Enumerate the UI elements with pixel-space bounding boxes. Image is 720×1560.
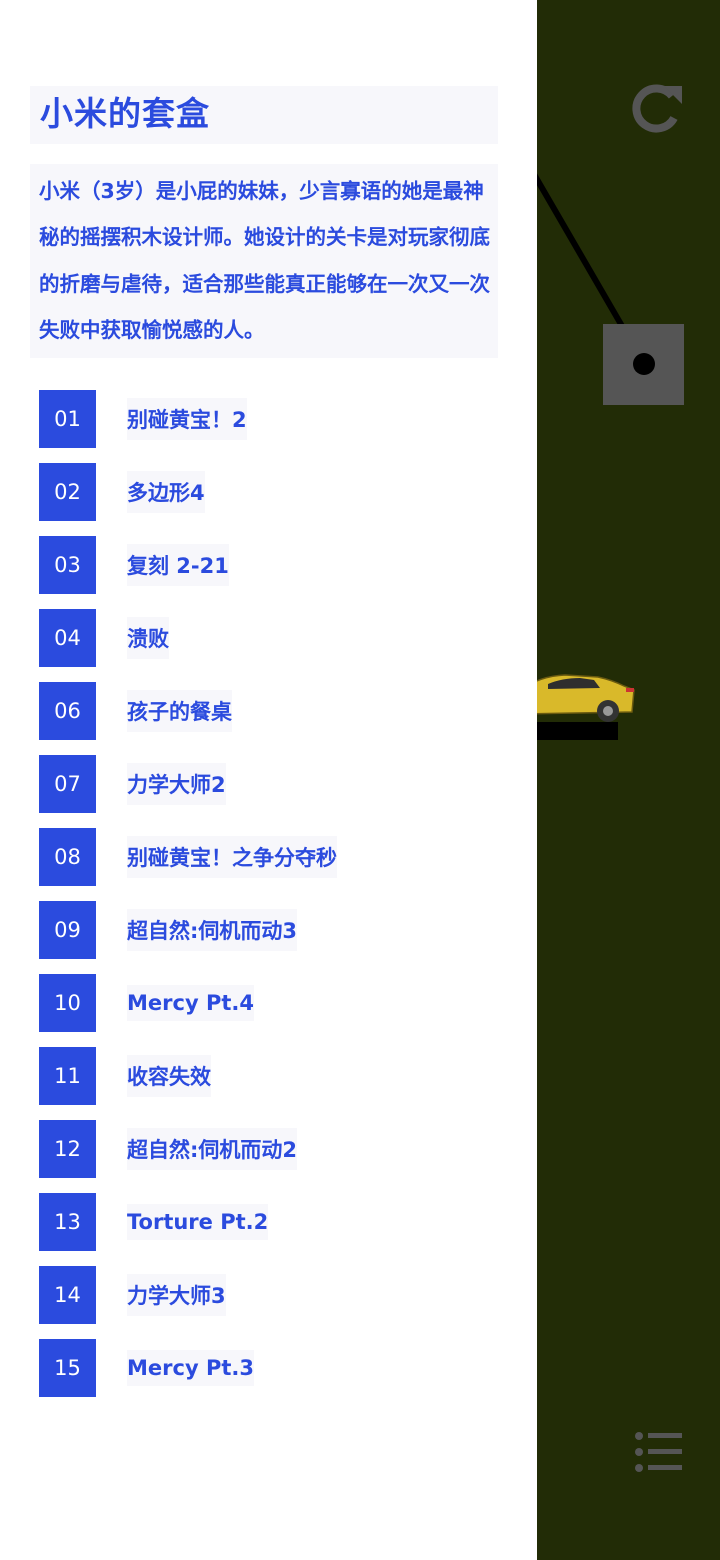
car-sprite [519, 674, 635, 722]
title-panel: 小米的套盒 [30, 86, 498, 144]
level-number: 08 [39, 828, 96, 886]
level-item-12[interactable]: 12 超自然:伺机而动2 [39, 1120, 509, 1178]
level-number: 01 [39, 390, 96, 448]
level-item-04[interactable]: 04 溃败 [39, 609, 509, 667]
level-list-button[interactable] [628, 1424, 688, 1480]
level-number: 12 [39, 1120, 96, 1178]
level-name: 溃败 [127, 617, 169, 659]
level-number: 15 [39, 1339, 96, 1397]
level-number: 09 [39, 901, 96, 959]
box-title: 小米的套盒 [40, 94, 210, 133]
level-name: 孩子的餐桌 [127, 690, 232, 732]
level-item-06[interactable]: 06 孩子的餐桌 [39, 682, 509, 740]
pendulum-pivot [633, 353, 655, 375]
level-number: 11 [39, 1047, 96, 1105]
level-item-07[interactable]: 07 力学大师2 [39, 755, 509, 813]
level-name: 多边形4 [127, 471, 205, 513]
level-number: 13 [39, 1193, 96, 1251]
level-list-icon [635, 1432, 682, 1472]
level-name: 收容失效 [127, 1055, 211, 1097]
level-box-drawer: 小米的套盒 小米（3岁）是小屁的妹妹，少言寡语的她是最神秘的摇摆积木设计师。她设… [0, 0, 537, 1560]
level-name: 力学大师2 [127, 763, 226, 805]
level-number: 02 [39, 463, 96, 521]
level-number: 14 [39, 1266, 96, 1324]
level-item-02[interactable]: 02 多边形4 [39, 463, 509, 521]
level-list: 01 别碰黄宝！2 02 多边形4 03 复刻 2-21 04 溃败 06 孩子的餐桌 0… [39, 390, 509, 1412]
level-number: 10 [39, 974, 96, 1032]
level-item-03[interactable]: 03 复刻 2-21 [39, 536, 509, 594]
level-number: 07 [39, 755, 96, 813]
level-name: 别碰黄宝！之争分夺秒 [127, 836, 337, 878]
level-name: 别碰黄宝！2 [127, 398, 247, 440]
level-item-10[interactable]: 10 Mercy Pt.4 [39, 974, 509, 1032]
level-number: 06 [39, 682, 96, 740]
level-item-11[interactable]: 11 收容失效 [39, 1047, 509, 1105]
level-name: Mercy Pt.3 [127, 1350, 254, 1386]
level-item-15[interactable]: 15 Mercy Pt.3 [39, 1339, 509, 1397]
level-name: Torture Pt.2 [127, 1204, 269, 1240]
level-number: 03 [39, 536, 96, 594]
level-name: 超自然:伺机而动2 [127, 1128, 298, 1170]
box-description: 小米（3岁）是小屁的妹妹，少言寡语的她是最神秘的摇摆积木设计师。她设计的关卡是对… [39, 179, 490, 342]
description-panel: 小米（3岁）是小屁的妹妹，少言寡语的她是最神秘的摇摆积木设计师。她设计的关卡是对… [30, 164, 498, 358]
level-item-14[interactable]: 14 力学大师3 [39, 1266, 509, 1324]
level-item-01[interactable]: 01 别碰黄宝！2 [39, 390, 509, 448]
level-name: Mercy Pt.4 [127, 985, 254, 1021]
level-name: 超自然:伺机而动3 [127, 909, 298, 951]
restart-button[interactable] [628, 78, 688, 138]
level-item-13[interactable]: 13 Torture Pt.2 [39, 1193, 509, 1251]
level-name: 复刻 2-21 [127, 544, 229, 586]
level-item-08[interactable]: 08 别碰黄宝！之争分夺秒 [39, 828, 509, 886]
level-name: 力学大师3 [127, 1274, 226, 1316]
level-number: 04 [39, 609, 96, 667]
level-item-09[interactable]: 09 超自然:伺机而动3 [39, 901, 509, 959]
restart-icon [632, 84, 682, 133]
